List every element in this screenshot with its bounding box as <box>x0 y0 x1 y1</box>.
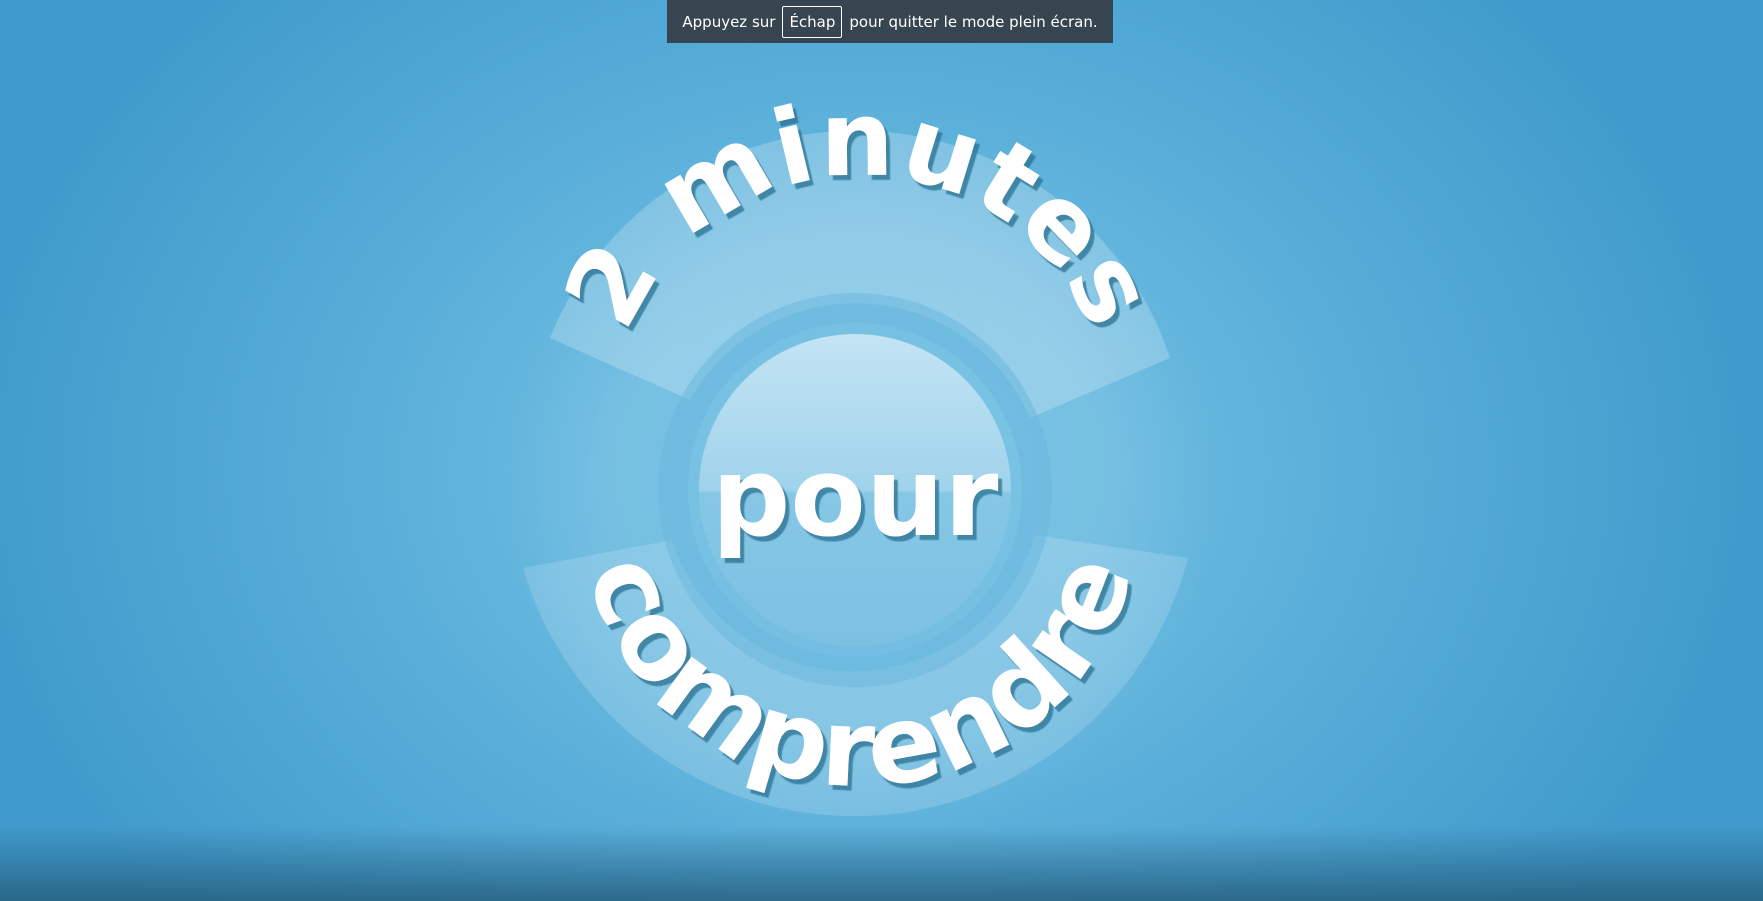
video-frame[interactable]: 2 minutes pour comprendre <box>0 0 1763 901</box>
escape-key-hint: Échap <box>782 5 843 38</box>
bottom-shadow <box>0 826 1763 901</box>
fullscreen-exit-notice: Appuyez sur Échap pour quitter le mode p… <box>667 0 1113 43</box>
notice-text-after: pour quitter le mode plein écran. <box>849 12 1098 31</box>
logo-2-minutes-pour-comprendre: 2 minutes pour comprendre <box>500 78 1220 850</box>
logo-middle-text: pour <box>712 433 999 561</box>
notice-text-before: Appuyez sur <box>682 12 776 31</box>
